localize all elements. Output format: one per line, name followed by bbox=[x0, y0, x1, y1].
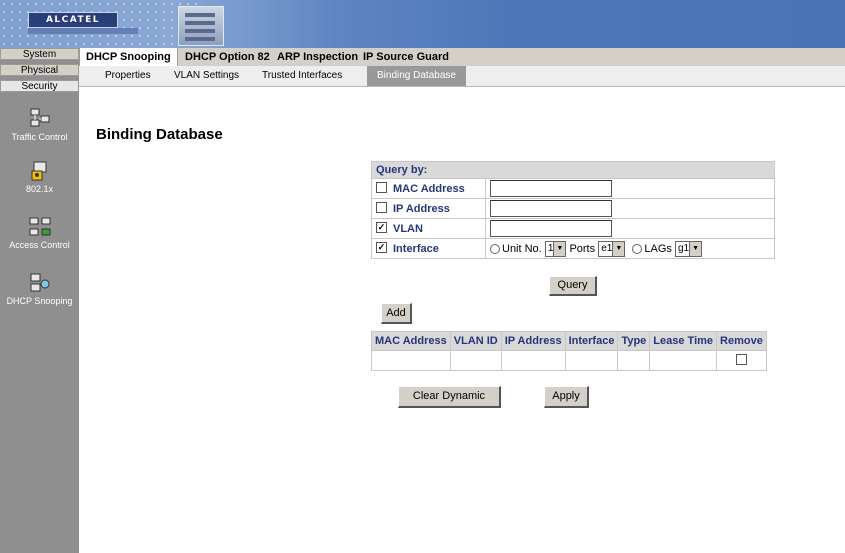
page-title: Binding Database bbox=[96, 126, 223, 143]
col-ip-address: IP Address bbox=[500, 331, 566, 351]
lags-value: g1 bbox=[677, 242, 690, 254]
sidebar-item-label: 802.1x bbox=[25, 184, 54, 194]
tab-dhcp-option-82[interactable]: DHCP Option 82 bbox=[179, 48, 276, 66]
vlan-input[interactable] bbox=[490, 220, 612, 237]
dhcp-snooping-icon bbox=[30, 273, 49, 292]
unit-label: Unit No. bbox=[502, 242, 542, 255]
sidebar-item-dhcp-snooping[interactable]: DHCP Snooping bbox=[0, 272, 79, 306]
vlan-label: VLAN bbox=[393, 222, 423, 235]
interface-checkbox[interactable]: ✓ bbox=[376, 242, 387, 254]
subtab-binding-database[interactable]: Binding Database bbox=[367, 66, 466, 86]
mac-address-label: MAC Address bbox=[393, 182, 465, 195]
binding-results-table: MAC Address VLAN ID IP Address Interface… bbox=[371, 331, 767, 371]
table-header-row: MAC Address VLAN ID IP Address Interface… bbox=[371, 331, 767, 351]
interface-label: Interface bbox=[393, 242, 439, 255]
col-mac-address: MAC Address bbox=[371, 331, 451, 351]
chevron-down-icon: ▼ bbox=[553, 241, 566, 256]
mac-address-checkbox[interactable] bbox=[376, 182, 387, 194]
col-lease-time: Lease Time bbox=[649, 331, 718, 351]
sidebar-item-access-control[interactable]: Access Control bbox=[0, 216, 79, 250]
ip-address-input[interactable] bbox=[490, 200, 612, 217]
header-banner: ALCATEL bbox=[0, 0, 845, 48]
dot1x-icon bbox=[31, 161, 46, 181]
ports-label: Ports bbox=[569, 242, 596, 255]
access-control-icon bbox=[29, 217, 50, 236]
lags-select[interactable]: g1 ▼ bbox=[674, 240, 703, 257]
tab-ip-source-guard[interactable]: IP Source Guard bbox=[357, 48, 455, 66]
table-row bbox=[371, 350, 767, 371]
clear-dynamic-button[interactable]: Clear Dynamic bbox=[398, 386, 501, 408]
sidebar-item-label: Traffic Control bbox=[11, 132, 68, 142]
sidebar-item-802-1x[interactable]: 802.1x bbox=[0, 160, 79, 194]
sidebar: System Physical Security Traffic Control… bbox=[0, 48, 79, 553]
ip-address-checkbox[interactable] bbox=[376, 202, 387, 214]
apply-button[interactable]: Apply bbox=[544, 386, 589, 408]
col-type: Type bbox=[617, 331, 651, 351]
sidebar-tab-physical[interactable]: Physical bbox=[0, 64, 79, 76]
sidebar-item-label: Access Control bbox=[9, 240, 70, 250]
mac-address-input[interactable] bbox=[490, 180, 612, 197]
subtab-vlan-settings[interactable]: VLAN Settings bbox=[174, 66, 239, 86]
sidebar-tab-security[interactable]: Security bbox=[0, 80, 79, 92]
lags-label: LAGs bbox=[644, 242, 672, 255]
ports-value: e1 bbox=[601, 242, 613, 254]
alcatel-logo: ALCATEL bbox=[28, 12, 118, 28]
query-header: Query by: bbox=[371, 161, 775, 179]
lags-radio[interactable] bbox=[632, 243, 643, 254]
col-remove: Remove bbox=[716, 331, 767, 351]
ip-address-label: IP Address bbox=[393, 202, 450, 215]
logo-tagline bbox=[28, 28, 138, 34]
unit-select[interactable]: 1 ▼ bbox=[544, 240, 567, 257]
top-tab-bar: DHCP Snooping DHCP Option 82 ARP Inspect… bbox=[79, 48, 845, 67]
vlan-checkbox[interactable]: ✓ bbox=[376, 222, 387, 234]
col-vlan-id: VLAN ID bbox=[449, 331, 502, 351]
ports-select[interactable]: e1 ▼ bbox=[598, 240, 626, 257]
tab-arp-inspection[interactable]: ARP Inspection bbox=[271, 48, 364, 66]
query-button[interactable]: Query bbox=[549, 276, 597, 296]
chevron-down-icon: ▼ bbox=[612, 241, 625, 256]
add-button[interactable]: Add bbox=[381, 303, 412, 324]
traffic-control-icon bbox=[30, 108, 49, 127]
subtab-properties[interactable]: Properties bbox=[105, 66, 151, 86]
sub-tab-bar: Properties VLAN Settings Trusted Interfa… bbox=[79, 66, 845, 87]
sidebar-item-label: DHCP Snooping bbox=[6, 296, 73, 306]
query-table: Query by: MAC Address IP Address ✓ VLAN ✓… bbox=[371, 161, 775, 259]
unit-radio[interactable] bbox=[490, 243, 500, 254]
col-interface: Interface bbox=[564, 331, 619, 351]
chevron-down-icon: ▼ bbox=[689, 241, 702, 256]
switch-device-image bbox=[178, 6, 224, 46]
subtab-trusted-interfaces[interactable]: Trusted Interfaces bbox=[262, 66, 342, 86]
tab-dhcp-snooping[interactable]: DHCP Snooping bbox=[79, 48, 178, 66]
remove-checkbox[interactable] bbox=[735, 354, 747, 366]
sidebar-item-traffic-control[interactable]: Traffic Control bbox=[0, 108, 79, 142]
sidebar-tab-system[interactable]: System bbox=[0, 48, 79, 60]
